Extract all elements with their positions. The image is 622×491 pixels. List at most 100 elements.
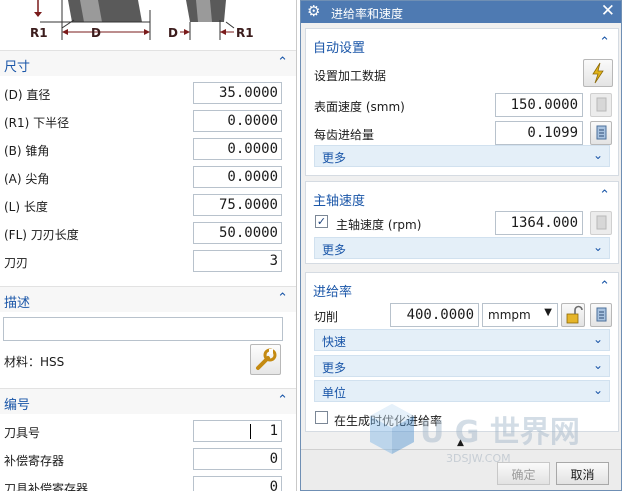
chevron-down-icon: ⌄: [592, 358, 603, 372]
cut-feed-field[interactable]: 400.0000: [390, 303, 479, 327]
cancel-button[interactable]: 取消: [556, 462, 609, 485]
dimensions-section-header[interactable]: 尺寸 ⌃: [0, 50, 296, 76]
dropdown-arrow-icon: ▼: [544, 307, 552, 318]
flutes-label: 刀刃: [4, 256, 29, 270]
chevron-down-icon: ⌄: [592, 383, 603, 397]
spindle-speed-group: 主轴速度 ⌃ ✓ 主轴速度 (rpm) 1364.000 更多 ⌄: [305, 181, 619, 264]
spindle-speed-title: 主轴速度: [313, 194, 366, 209]
spindle-rpm-label: 主轴速度 (rpm): [336, 218, 422, 232]
spindle-speed-checkbox[interactable]: ✓: [315, 215, 328, 228]
spindle-rpm-field[interactable]: 1364.000: [495, 211, 583, 235]
description-input[interactable]: [3, 317, 283, 341]
cutcom-register-field[interactable]: 0: [193, 476, 282, 491]
dialog-footer: 确定 取消: [301, 449, 621, 490]
rapid-expander[interactable]: 快速 ⌄: [314, 329, 610, 351]
calculator-icon: [596, 97, 607, 112]
ok-button[interactable]: 确定: [497, 462, 550, 485]
cutcom-register-row: 刀具补偿寄存器 0: [0, 473, 296, 491]
dimensions-section-title: 尺寸: [4, 60, 31, 75]
set-data-label: 设置加工数据: [314, 69, 387, 83]
auto-settings-header[interactable]: 自动设置 ⌃: [306, 29, 618, 57]
units-label: 单位: [322, 386, 347, 400]
feed-per-tooth-field[interactable]: 0.1099: [495, 121, 583, 145]
feed-per-tooth-label: 每齿进给量: [314, 128, 375, 142]
length-row: (L) 长度 75.0000: [0, 191, 296, 219]
text-cursor: [250, 424, 251, 439]
dialog-title: 进给率和速度: [331, 7, 404, 21]
tool-number-value: 1: [269, 423, 278, 439]
cut-feed-row: 切削 400.0000 mmpm ▼: [306, 302, 618, 328]
tool-number-row: 刀具号 1: [0, 417, 296, 445]
collapse-handle-icon[interactable]: ▲: [457, 438, 464, 448]
lightning-icon: [592, 62, 604, 84]
adjust-register-field[interactable]: 0: [193, 448, 282, 470]
optimize-checkbox[interactable]: [315, 411, 328, 424]
diameter-field[interactable]: 35.0000: [193, 82, 282, 104]
feed-per-tooth-calc-button[interactable]: [590, 121, 612, 145]
r1-label-left: R1: [30, 26, 48, 40]
d-label-left: D: [91, 26, 101, 40]
feed-per-tooth-row: 每齿进给量 0.1099: [306, 120, 618, 146]
spindle-more-expander[interactable]: 更多 ⌄: [314, 237, 610, 259]
tool-dimension-diagram: R1 D D R1: [30, 0, 254, 40]
optimize-row: 在生成时优化进给率: [306, 406, 618, 432]
auto-settings-group: 自动设置 ⌃ 设置加工数据 表面速度 (smm) 150.0000 每齿进给量 …: [305, 28, 619, 176]
surface-speed-calc-button[interactable]: [590, 93, 612, 117]
chevron-up-icon[interactable]: ⌃: [277, 393, 288, 408]
chevron-down-icon: ⌄: [592, 148, 603, 162]
feed-rates-header[interactable]: 进给率 ⌃: [306, 273, 618, 301]
flutes-row: 刀刃 3: [0, 247, 296, 275]
close-icon[interactable]: ✕: [601, 1, 615, 21]
chevron-up-icon[interactable]: ⌃: [599, 188, 610, 203]
lower-radius-row: (R1) 下半径 0.0000: [0, 107, 296, 135]
cut-feed-calc-button[interactable]: [590, 303, 612, 327]
tip-angle-field[interactable]: 0.0000: [193, 166, 282, 188]
diameter-row: (D) 直径 35.0000: [0, 79, 296, 107]
surface-speed-label: 表面速度 (smm): [314, 100, 405, 114]
lower-radius-label: (R1) 下半径: [4, 116, 70, 130]
chevron-up-icon[interactable]: ⌃: [277, 291, 288, 306]
chevron-down-icon: ⌄: [592, 332, 603, 346]
flute-length-label: (FL) 刀刃长度: [4, 228, 79, 242]
feeds-speeds-dialog: ⚙ 进给率和速度 ✕ 自动设置 ⌃ 设置加工数据 表面速度 (smm) 150.…: [300, 0, 622, 491]
units-expander[interactable]: 单位 ⌄: [314, 380, 610, 402]
set-data-button[interactable]: [583, 59, 613, 87]
auto-more-expander[interactable]: 更多 ⌄: [314, 145, 610, 167]
tool-parameters-panel: R1 D D R1 尺寸 ⌃ (D) 直径 35.0000 (R1) 下半径 0…: [0, 0, 297, 491]
chevron-up-icon[interactable]: ⌃: [599, 35, 610, 50]
spindle-rpm-row: ✓ 主轴速度 (rpm) 1364.000: [306, 210, 618, 236]
cutcom-register-label: 刀具补偿寄存器: [4, 482, 89, 491]
feed-more-expander[interactable]: 更多 ⌄: [314, 355, 610, 377]
tool-number-field[interactable]: 1: [193, 420, 282, 442]
material-label: 材料：HSS: [4, 355, 65, 369]
spindle-calc-button[interactable]: [590, 211, 612, 235]
tool-number-label: 刀具号: [4, 426, 41, 440]
spindle-speed-header[interactable]: 主轴速度 ⌃: [306, 182, 618, 210]
auto-settings-title: 自动设置: [313, 41, 366, 56]
length-field[interactable]: 75.0000: [193, 194, 282, 216]
feed-unit-select[interactable]: mmpm ▼: [482, 303, 558, 327]
flute-length-field[interactable]: 50.0000: [193, 222, 282, 244]
description-section-header[interactable]: 描述 ⌃: [0, 286, 296, 312]
taper-angle-label: (B) 锥角: [4, 144, 50, 158]
numbering-section-header[interactable]: 编号 ⌃: [0, 388, 296, 414]
surface-speed-field[interactable]: 150.0000: [495, 93, 583, 117]
cutter-body-left: [68, 0, 142, 22]
chevron-up-icon[interactable]: ⌃: [277, 55, 288, 70]
feed-rates-title: 进给率: [313, 285, 353, 300]
tip-angle-label: (A) 尖角: [4, 172, 50, 186]
adjust-register-row: 补偿寄存器 0: [0, 445, 296, 473]
rapid-label: 快速: [322, 335, 347, 349]
surface-speed-row: 表面速度 (smm) 150.0000: [306, 92, 618, 118]
taper-angle-field[interactable]: 0.0000: [193, 138, 282, 160]
chevron-up-icon[interactable]: ⌃: [599, 279, 610, 294]
dialog-titlebar[interactable]: ⚙ 进给率和速度 ✕: [301, 1, 621, 23]
lock-button[interactable]: [561, 303, 585, 327]
flute-length-row: (FL) 刀刃长度 50.0000: [0, 219, 296, 247]
lower-radius-field[interactable]: 0.0000: [193, 110, 282, 132]
unlocked-padlock-icon: [566, 305, 583, 324]
material-library-button[interactable]: [250, 344, 281, 375]
flutes-field[interactable]: 3: [193, 250, 282, 272]
feed-unit-value: mmpm: [488, 308, 531, 322]
d-label-right: D: [168, 26, 178, 40]
